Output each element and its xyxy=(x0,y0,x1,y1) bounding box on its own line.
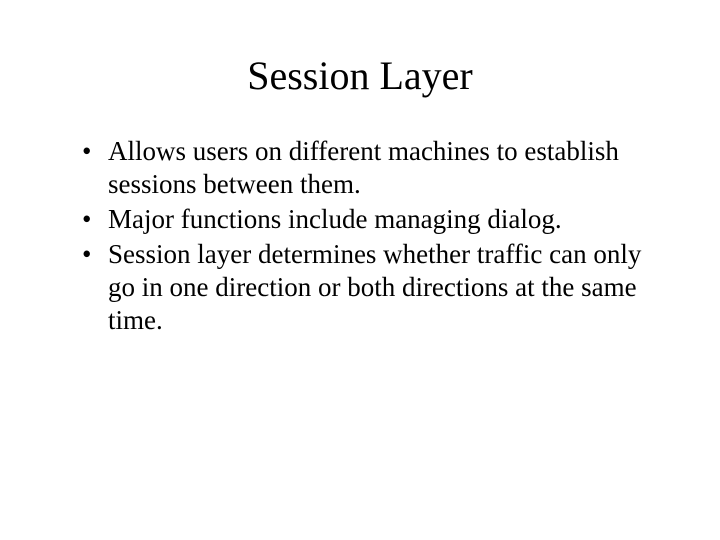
bullet-list: Allows users on different machines to es… xyxy=(60,135,660,337)
bullet-item: Major functions include managing dialog. xyxy=(88,203,660,236)
bullet-item: Session layer determines whether traffic… xyxy=(88,238,660,337)
slide-container: Session Layer Allows users on different … xyxy=(0,0,720,540)
slide-title: Session Layer xyxy=(60,52,660,99)
bullet-item: Allows users on different machines to es… xyxy=(88,135,660,201)
